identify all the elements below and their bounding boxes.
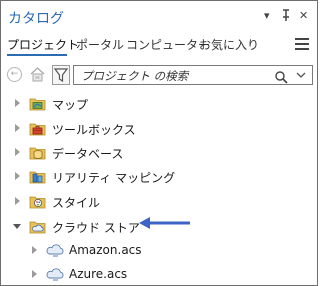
project-search-input[interactable]: プロジェクト の検索 (73, 65, 313, 85)
tab-computer[interactable]: コンピューター (126, 36, 210, 53)
callout-arrow (136, 215, 192, 229)
tab-portal[interactable]: ポータル (76, 36, 124, 53)
search-icon[interactable] (274, 69, 288, 84)
map-folder-icon (29, 96, 46, 111)
tab-project[interactable]: プロジェクト (7, 36, 79, 53)
pane-options-dropdown-icon[interactable]: ▾ (264, 9, 270, 23)
tree-item-label: データベース (52, 147, 124, 161)
tree-item-databases[interactable]: データベース (1, 142, 317, 164)
tab-favorites[interactable]: お気に入り (199, 36, 259, 53)
catalog-pane: カタログ ▾ ✕ プロジェクト ポータル コンピューター お気に入り ← プロジ… (0, 0, 318, 286)
cloud-connection-icon (46, 243, 64, 258)
menu-icon[interactable] (295, 38, 309, 53)
reality-mapping-folder-icon (29, 169, 46, 184)
search-placeholder: プロジェクト の検索 (81, 69, 189, 83)
tree-item-label: Amazon.acs (69, 243, 142, 257)
database-folder-icon (29, 145, 46, 160)
tree-item-maps[interactable]: マップ (1, 93, 317, 115)
expand-chevron-icon[interactable] (15, 172, 20, 180)
pane-titlebar: カタログ ▾ ✕ (1, 1, 317, 31)
tree-item-amazon-acs[interactable]: Amazon.acs (1, 240, 317, 262)
tree-item-reality-mapping[interactable]: リアリティ マッピング (1, 166, 317, 188)
tree-item-label: クラウド ストア (52, 221, 140, 235)
tree-item-label: Azure.acs (69, 267, 128, 281)
expand-chevron-icon[interactable] (15, 99, 20, 107)
styles-folder-icon (29, 194, 46, 209)
expand-chevron-icon[interactable] (15, 148, 20, 156)
expand-chevron-icon[interactable] (32, 246, 37, 254)
active-tab-indicator (7, 54, 67, 56)
tree-item-label: マップ (52, 98, 89, 112)
tree-item-label: ツールボックス (52, 123, 136, 137)
catalog-toolbar: ← プロジェクト の検索 (1, 63, 317, 89)
catalog-tabs: プロジェクト ポータル コンピューター お気に入り (1, 33, 317, 59)
expand-chevron-icon[interactable] (15, 124, 20, 132)
expand-chevron-icon[interactable] (32, 270, 37, 278)
expand-chevron-icon[interactable] (15, 197, 20, 205)
tree-item-label: スタイル (52, 196, 101, 210)
tree-item-toolboxes[interactable]: ツールボックス (1, 118, 317, 140)
toolbox-folder-icon (29, 121, 46, 136)
cloud-store-folder-icon (29, 219, 46, 234)
tree-item-azure-acs[interactable]: Azure.acs (1, 264, 317, 285)
close-icon[interactable]: ✕ (299, 9, 308, 23)
search-options-dropdown-icon[interactable] (296, 67, 308, 83)
tree-item-styles[interactable]: スタイル (1, 191, 317, 213)
cloud-connection-icon (46, 267, 64, 282)
back-arrow-icon[interactable]: ← (7, 67, 22, 82)
pin-icon[interactable] (281, 9, 291, 25)
pane-title: カタログ (8, 11, 64, 27)
filter-icon[interactable] (52, 65, 70, 85)
tree-item-label: リアリティ マッピング (52, 171, 176, 185)
collapse-chevron-icon[interactable] (13, 224, 21, 229)
home-icon[interactable] (30, 66, 45, 83)
